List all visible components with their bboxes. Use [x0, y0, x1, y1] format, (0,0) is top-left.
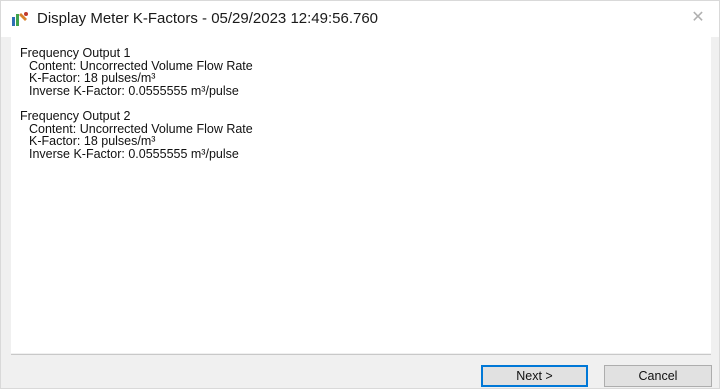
- title-bar: Display Meter K-Factors - 05/29/2023 12:…: [1, 1, 719, 37]
- output-heading: Frequency Output 1: [20, 46, 131, 60]
- k-factor-details-panel: Frequency Output 1 Content: Uncorrected …: [11, 37, 711, 353]
- output-k-factor: K-Factor: 18 pulses/m³: [29, 71, 156, 85]
- next-button[interactable]: Next >: [481, 365, 588, 387]
- cancel-button[interactable]: Cancel: [604, 365, 712, 387]
- output-heading: Frequency Output 2: [20, 109, 131, 123]
- frequency-output-1: Frequency Output 1 Content: Uncorrected …: [20, 47, 253, 97]
- wizard-icon: [11, 11, 29, 27]
- window-title: Display Meter K-Factors - 05/29/2023 12:…: [37, 10, 379, 27]
- footer-divider: [11, 354, 711, 355]
- frequency-output-2: Frequency Output 2 Content: Uncorrected …: [20, 110, 253, 160]
- output-inverse-k-factor: Inverse K-Factor: 0.0555555 m³/pulse: [29, 83, 239, 98]
- output-inverse-k-factor: Inverse K-Factor: 0.0555555 m³/pulse: [29, 146, 239, 161]
- close-icon[interactable]: ✕: [689, 9, 707, 27]
- dialog-window: Display Meter K-Factors - 05/29/2023 12:…: [0, 0, 720, 389]
- output-k-factor: K-Factor: 18 pulses/m³: [29, 134, 156, 148]
